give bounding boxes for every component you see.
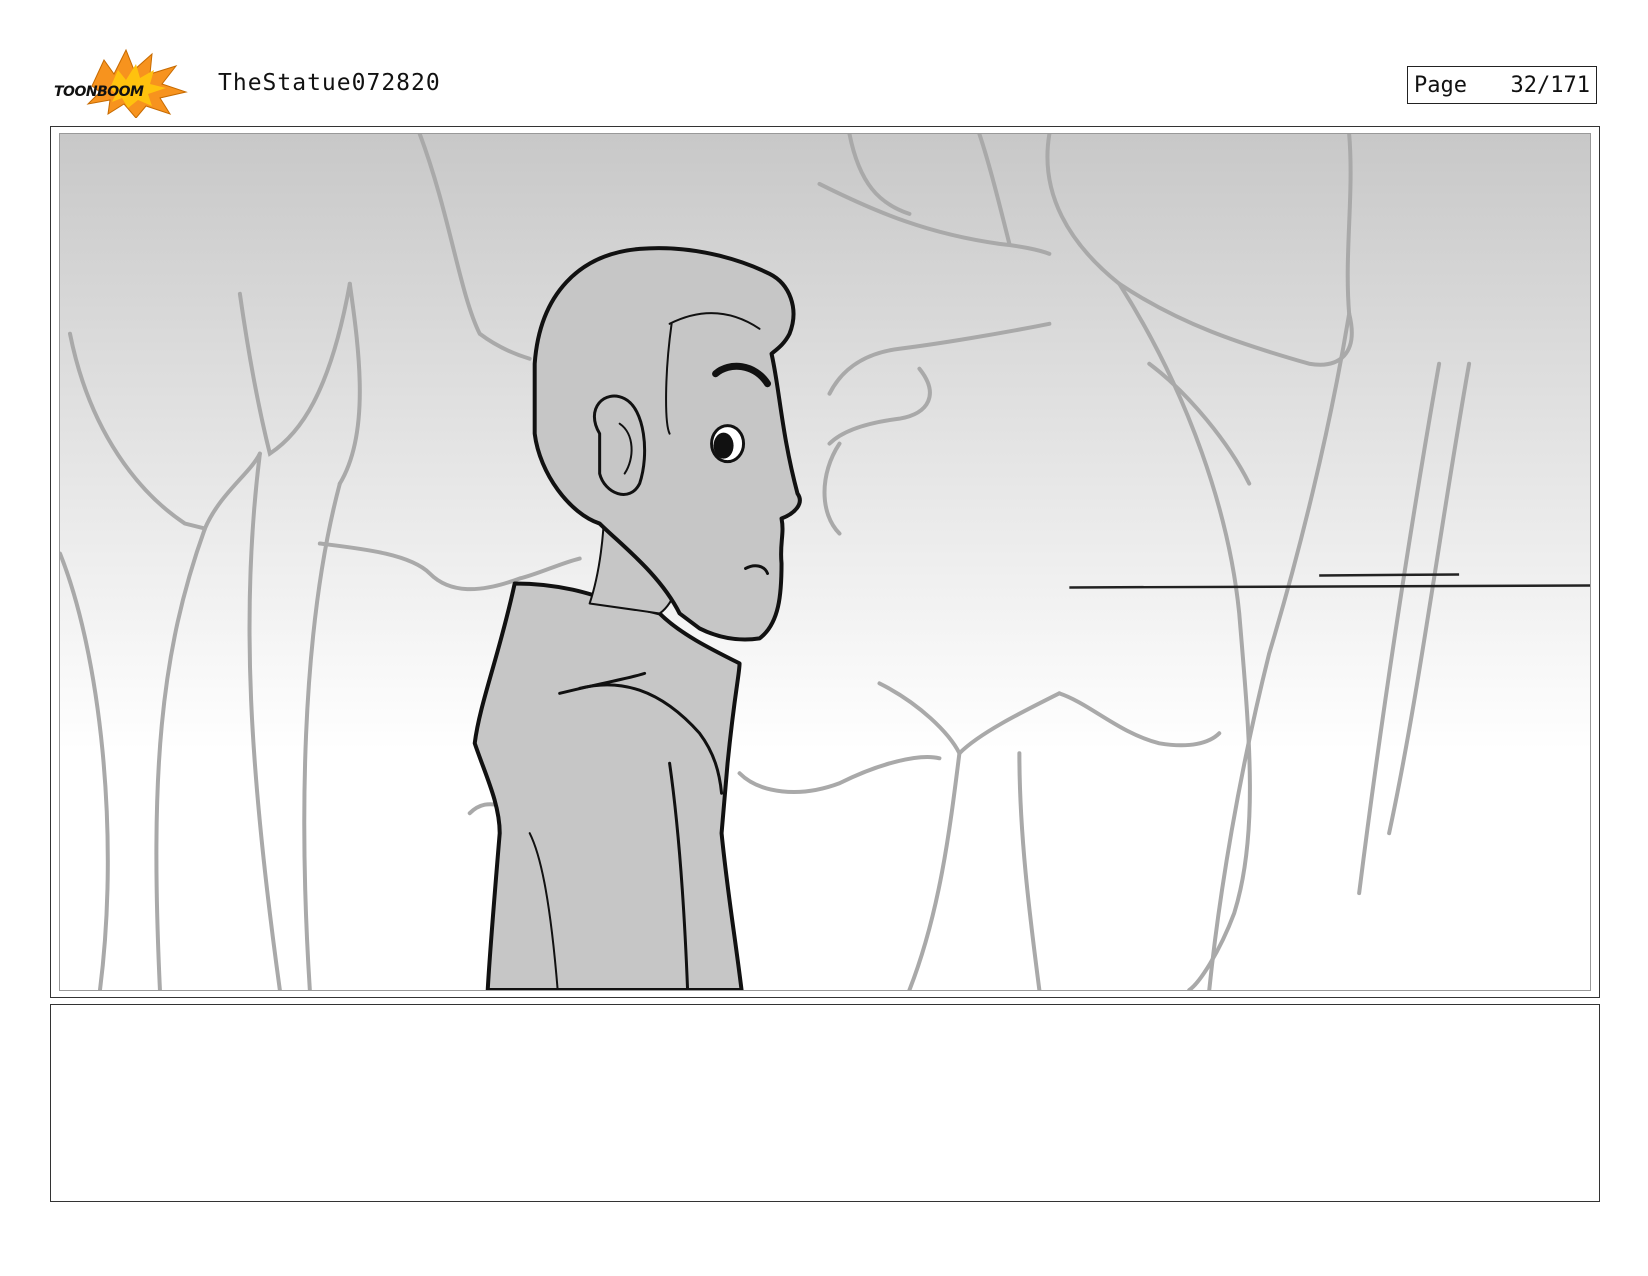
toonboom-logo-icon [86, 48, 188, 119]
panel-notes-text [51, 1005, 1599, 1025]
logo-text: TOONBOOM [54, 84, 144, 100]
page-counter: Page 32/171 [1407, 66, 1597, 104]
panel-notes-box [50, 1004, 1600, 1202]
storyboard-panel-sketch [60, 134, 1590, 990]
page-number: 32/171 [1510, 72, 1590, 98]
toonboom-logo: TOONBOOM [52, 48, 202, 119]
project-title: TheStatue072820 [218, 70, 441, 96]
page-label: Page [1414, 72, 1467, 98]
storyboard-panel [50, 126, 1600, 998]
panel-image [59, 133, 1591, 991]
